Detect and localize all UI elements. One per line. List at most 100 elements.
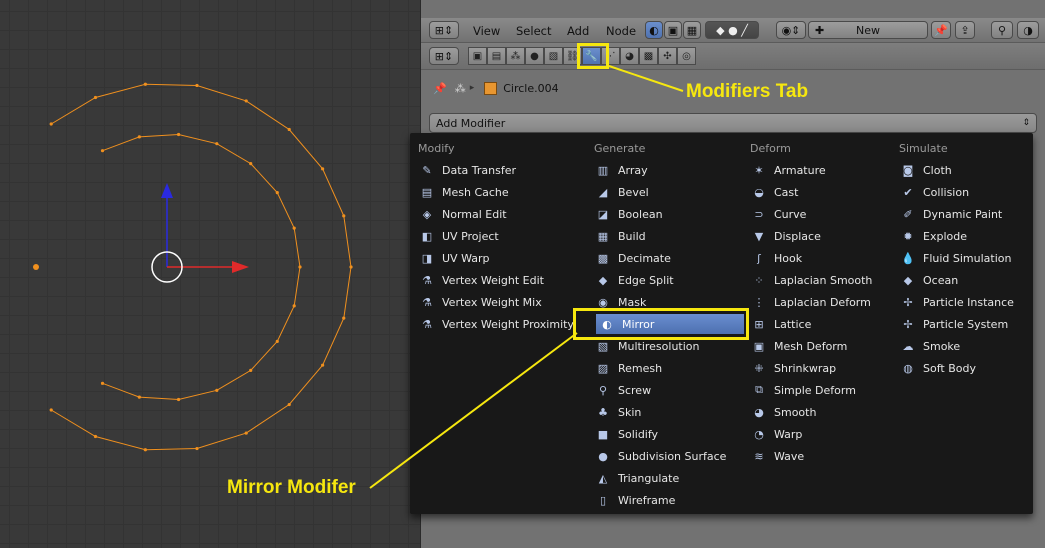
modifier-item-particle-system[interactable]: ✢ Particle System [897,314,1045,334]
modifier-item-skin[interactable]: ♣ Skin [592,402,740,422]
new-material-button[interactable]: ✚ New [808,21,928,39]
modifier-item-boolean[interactable]: ◪ Boolean [592,204,740,224]
scene-tab-icon[interactable]: ⁂ [506,47,525,65]
modifier-item-subdivision-surface[interactable]: ● Subdivision Surface [592,446,740,466]
modifier-item-dynamic-paint[interactable]: ✐ Dynamic Paint [897,204,1045,224]
modifier-item-vertex-weight-edit[interactable]: ⚗ Vertex Weight Edit [416,270,584,290]
snap-icon[interactable]: ⚲ [991,21,1013,39]
modifier-item-label: Triangulate [618,471,680,485]
modifier-item-label: Lattice [774,317,812,331]
modifier-item-bevel[interactable]: ◢ Bevel [592,182,740,202]
properties-editor-type-button[interactable]: ⊞⇕ [429,47,459,65]
modifier-item-mesh-cache[interactable]: ▤ Mesh Cache [416,182,584,202]
pin-icon[interactable]: 📌 [931,21,951,39]
modifier-item-normal-edit[interactable]: ◈ Normal Edit [416,204,584,224]
viewport-canvas[interactable] [0,0,420,548]
modifier-item-label: Vertex Weight Mix [442,295,542,309]
hook-icon: ʃ [757,251,761,265]
uv-warp-icon: ◨ [421,251,433,265]
modifier-item-array[interactable]: ▥ Array [592,160,740,180]
mesh-vertex [137,135,141,139]
shader-type-buttons[interactable]: ◆ ● ╱ [705,21,759,39]
texture-tab-icon[interactable]: ▩ [639,47,658,65]
modifier-item-shrinkwrap[interactable]: ⁜ Shrinkwrap [748,358,896,378]
backdrop-icon[interactable]: ◑ [1017,21,1039,39]
modifier-item-displace[interactable]: ▼ Displace [748,226,896,246]
shader-nodes-icon[interactable]: ◐ [645,21,663,39]
modifier-item-lattice[interactable]: ⊞ Lattice [748,314,896,334]
modifier-item-fluid-simulation[interactable]: 💧 Fluid Simulation [897,248,1045,268]
parent-node-icon[interactable]: ⇪ [955,21,975,39]
modifier-item-cast[interactable]: ◒ Cast [748,182,896,202]
physics-tab-icon[interactable]: ◎ [677,47,696,65]
modifier-item-data-transfer[interactable]: ✎ Data Transfer [416,160,584,180]
mesh-vertex [195,446,199,451]
modifier-item-label: Laplacian Smooth [774,273,873,287]
modifier-item-remesh[interactable]: ▨ Remesh [592,358,740,378]
modifier-item-particle-instance[interactable]: ✢ Particle Instance [897,292,1045,312]
render-tab-icon[interactable]: ▣ [468,47,487,65]
render-layers-tab-icon[interactable]: ▤ [487,47,506,65]
modifier-item-label: Shrinkwrap [774,361,837,375]
modifier-item-mesh-deform[interactable]: ▣ Mesh Deform [748,336,896,356]
modifier-item-simple-deform[interactable]: ⧉ Simple Deform [748,380,896,400]
editor-type-button[interactable]: ⊞⇕ [429,21,459,39]
modifier-item-build[interactable]: ▦ Build [592,226,740,246]
modifier-item-uv-project[interactable]: ◧ UV Project [416,226,584,246]
normal-edit-icon: ◈ [422,207,432,221]
modifier-item-screw[interactable]: ⚲ Screw [592,380,740,400]
menu-node[interactable]: Node [606,24,636,38]
modifier-item-triangulate[interactable]: ◭ Triangulate [592,468,740,488]
wireframe-icon: ▯ [599,493,607,507]
modifier-item-curve[interactable]: ⊃ Curve [748,204,896,224]
mesh-vertex [342,214,346,218]
object-tab-icon[interactable]: ▧ [544,47,563,65]
menu-view[interactable]: View [473,24,500,38]
modifier-item-decimate[interactable]: ▩ Decimate [592,248,740,268]
modifier-item-edge-split[interactable]: ◆ Edge Split [592,270,740,290]
modifier-item-collision[interactable]: ✔ Collision [897,182,1045,202]
modifier-item-wireframe[interactable]: ▯ Wireframe [592,490,740,510]
modifier-item-laplacian-deform[interactable]: ⋮ Laplacian Deform [748,292,896,312]
texture-nodes-icon[interactable]: ▦ [683,21,701,39]
world-tab-icon[interactable]: ● [525,47,544,65]
modifier-item-armature[interactable]: ✶ Armature [748,160,896,180]
modifier-item-solidify[interactable]: ■ Solidify [592,424,740,444]
modifier-item-ocean[interactable]: ◆ Ocean [897,270,1045,290]
modifier-item-smoke[interactable]: ☁ Smoke [897,336,1045,356]
modifier-item-hook[interactable]: ʃ Hook [748,248,896,268]
3d-viewport[interactable] [0,0,420,548]
add-modifier-dropdown[interactable]: Add Modifier ⇕ [429,113,1037,133]
menu-select[interactable]: Select [516,24,551,38]
modifier-item-label: Smoke [923,339,961,353]
modifier-item-label: Ocean [923,273,959,287]
modifier-item-label: Armature [774,163,826,177]
modifier-item-explode[interactable]: ✹ Explode [897,226,1045,246]
modifier-item-soft-body[interactable]: ◍ Soft Body [897,358,1045,378]
material-browse-button[interactable]: ◉⇕ [776,21,806,39]
modifier-item-vertex-weight-mix[interactable]: ⚗ Vertex Weight Mix [416,292,584,312]
mesh-deform-icon: ▣ [753,339,765,353]
particles-tab-icon[interactable]: ✣ [658,47,677,65]
modifier-item-laplacian-smooth[interactable]: ⁘ Laplacian Smooth [748,270,896,290]
mesh-vertex [321,363,325,367]
mesh-vertex [342,316,346,320]
modifier-item-vertex-weight-proximity[interactable]: ⚗ Vertex Weight Proximity [416,314,584,334]
ocean-icon: ◆ [903,273,913,287]
pin-icon[interactable]: 📌 [433,82,447,95]
mesh-vertex [49,408,53,412]
modifier-item-cloth[interactable]: ◙ Cloth [897,160,1045,180]
modifier-item-uv-warp[interactable]: ◨ UV Warp [416,248,584,268]
modifier-item-label: Soft Body [923,361,976,375]
modifier-item-smooth[interactable]: ◕ Smooth [748,402,896,422]
modifier-item-wave[interactable]: ≋ Wave [748,446,896,466]
compositor-icon[interactable]: ▣ [664,21,682,39]
modifier-item-warp[interactable]: ◔ Warp [748,424,896,444]
multires-icon: ▧ [597,339,609,353]
data-transfer-icon: ✎ [422,163,432,177]
mirror-highlight [573,308,749,340]
menu-column-title: Modify [418,142,455,155]
mesh-vertex [249,162,253,166]
menu-add[interactable]: Add [567,24,589,38]
material-tab-icon[interactable]: ◕ [620,47,639,65]
